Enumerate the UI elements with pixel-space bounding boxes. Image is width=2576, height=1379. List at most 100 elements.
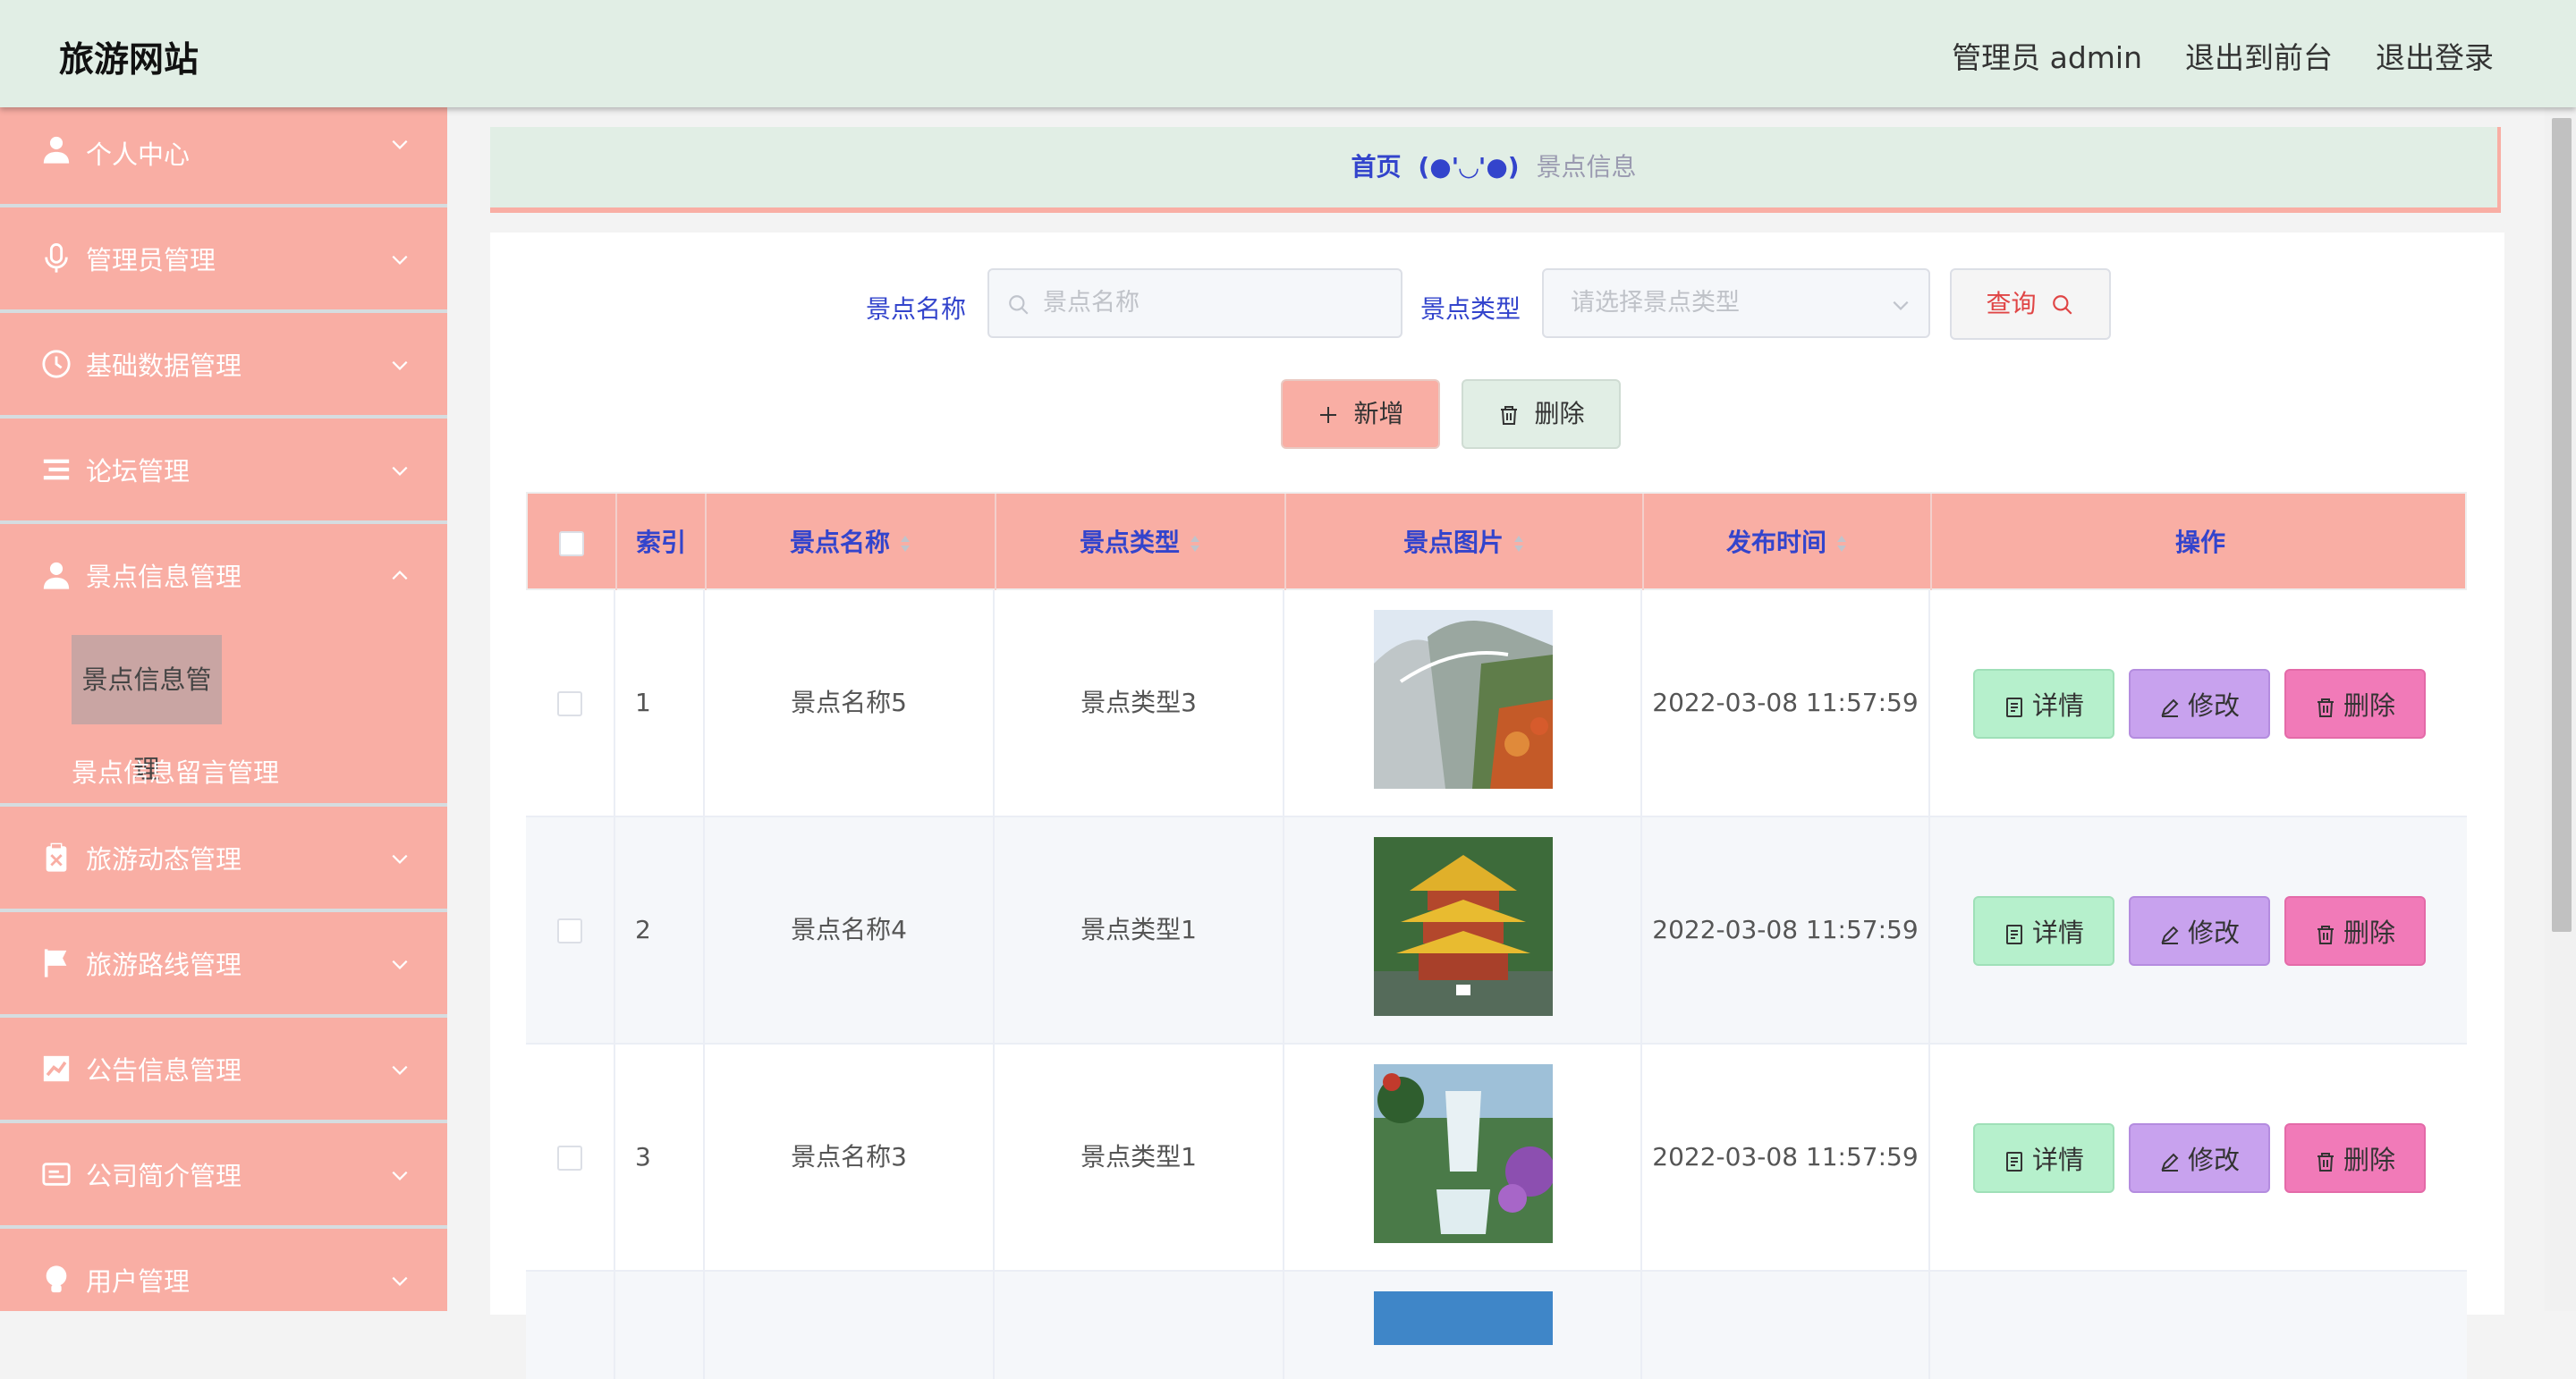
row-image-cell — [1284, 1045, 1642, 1270]
row-time: 2022-03-08 11:57:59 — [1642, 1045, 1930, 1270]
exit-to-front-link[interactable]: 退出到前台 — [2185, 34, 2333, 77]
trash-icon — [1500, 406, 1517, 425]
logout-link[interactable]: 退出登录 — [2376, 34, 2494, 77]
scenic-image — [1374, 1291, 1553, 1345]
row-image-cell — [1284, 1272, 1642, 1379]
row-checkbox-cell — [526, 1045, 615, 1270]
sidebar-item-scenic-info[interactable]: 景点信息管理 — [0, 524, 447, 626]
delete-label: 删除 — [2343, 1145, 2395, 1175]
row-checkbox[interactable] — [557, 691, 582, 716]
admin-label: 管理员 admin — [1952, 40, 2142, 75]
row-image-cell — [1284, 817, 1642, 1043]
row-index: 2 — [615, 817, 705, 1043]
row-checkbox-cell — [526, 590, 615, 816]
column-header-label: 景点类型 — [1079, 528, 1180, 557]
detail-button[interactable]: 详情 — [1973, 669, 2114, 739]
submenu-item-scenic-info-active[interactable]: 景点信息管理 — [72, 635, 222, 784]
column-header-name[interactable]: 景点名称 — [707, 494, 996, 592]
user-icon — [43, 136, 70, 164]
sidebar-item-label: 论坛管理 — [86, 456, 191, 486]
query-button[interactable]: 查询 — [1950, 268, 2111, 340]
card-icon — [42, 1163, 71, 1186]
trash-icon — [2317, 926, 2334, 944]
sidebar-item-forum[interactable]: 论坛管理 — [0, 419, 447, 524]
column-header-index: 索引 — [617, 494, 707, 592]
row-time: 2022-03-08 11:57:59 — [1642, 590, 1930, 816]
detail-button[interactable]: 详情 — [1973, 896, 2114, 966]
main-content: 首页 (●'◡'●) 景点信息 景点名称 景点名称 景点类型 请选择景点类型 查… — [447, 107, 2545, 1379]
sort-icon — [1514, 536, 1523, 552]
row-index-cell — [615, 1272, 705, 1379]
sidebar-item-travel-routes[interactable]: 旅游路线管理 — [0, 912, 447, 1018]
delete-button[interactable]: 删除 — [2284, 896, 2426, 966]
submenu-item-scenic-messages[interactable]: 景点信息留言管理 — [72, 728, 279, 817]
sidebar-item-label: 基础数据管理 — [86, 351, 242, 381]
row-checkbox[interactable] — [557, 1146, 582, 1171]
scenic-type-placeholder: 请选择景点类型 — [1571, 289, 1740, 317]
flag-icon — [44, 949, 67, 977]
clock-icon — [42, 350, 71, 378]
search-icon — [2053, 295, 2072, 315]
page-scrollbar[interactable] — [2545, 107, 2576, 1311]
column-header-label: 景点名称 — [789, 528, 890, 557]
site-title: 旅游网站 — [59, 40, 199, 80]
sort-icon — [1837, 536, 1846, 552]
scrollbar-thumb[interactable] — [2552, 118, 2572, 932]
column-header-time[interactable]: 发布时间 — [1644, 494, 1932, 592]
sort-icon — [901, 536, 910, 552]
sidebar-item-admin[interactable]: 管理员管理 — [0, 207, 447, 313]
edit-icon — [2161, 1153, 2179, 1172]
edit-label: 修改 — [2187, 690, 2240, 721]
column-header-type[interactable]: 景点类型 — [996, 494, 1286, 592]
batch-delete-label: 删除 — [1534, 399, 1585, 428]
sidebar-item-announcements[interactable]: 公告信息管理 — [0, 1018, 447, 1123]
edit-button[interactable]: 修改 — [2129, 896, 2270, 966]
batch-delete-button[interactable]: 删除 — [1462, 379, 1621, 449]
edit-button[interactable]: 修改 — [2129, 669, 2270, 739]
pagoda-tower-image — [1374, 837, 1553, 1016]
row-checkbox[interactable] — [557, 918, 582, 943]
chevron-down-icon — [392, 360, 408, 370]
sidebar-item-users[interactable]: 用户管理 — [0, 1229, 447, 1311]
chevron-down-icon — [392, 466, 408, 476]
select-all-checkbox[interactable] — [559, 531, 584, 556]
delete-label: 删除 — [2343, 690, 2395, 721]
sidebar-item-personal-center[interactable]: 个人中心 — [0, 107, 447, 207]
row-actions: 详情 修改 删除 — [1930, 590, 2467, 816]
breadcrumb-emoticon: (●'◡'●) — [1418, 152, 1520, 182]
edit-icon — [2161, 698, 2179, 717]
row-image-cell — [1284, 590, 1642, 816]
scenic-type-select[interactable]: 请选择景点类型 — [1542, 268, 1930, 338]
top-header: 旅游网站 管理员 admin 退出到前台 退出登录 — [0, 0, 2576, 107]
row-checkbox-cell — [526, 1272, 615, 1379]
detail-button[interactable]: 详情 — [1973, 1123, 2114, 1193]
edit-label: 修改 — [2187, 1145, 2240, 1175]
sidebar-item-travel-news[interactable]: 旅游动态管理 — [0, 807, 447, 912]
breadcrumb-home[interactable]: 首页 — [1352, 152, 1402, 182]
detail-label: 详情 — [2031, 1145, 2084, 1175]
delete-button[interactable]: 删除 — [2284, 669, 2426, 739]
edit-button[interactable]: 修改 — [2129, 1123, 2270, 1193]
sidebar-item-label: 用户管理 — [86, 1266, 191, 1297]
trash-icon — [2317, 698, 2334, 717]
plus-icon — [1319, 407, 1336, 423]
search-form: 景点名称 景点名称 景点类型 请选择景点类型 查询 — [490, 268, 2504, 340]
bulb-icon — [46, 1265, 67, 1293]
scenic-name-input[interactable]: 景点名称 — [987, 268, 1402, 338]
chevron-down-icon — [392, 1171, 408, 1180]
add-button[interactable]: 新增 — [1281, 379, 1440, 449]
delete-button[interactable]: 删除 — [2284, 1123, 2426, 1193]
top-nav: 管理员 admin 退出到前台 退出登录 — [1952, 34, 2494, 77]
sidebar-item-company-intro[interactable]: 公司简介管理 — [0, 1123, 447, 1229]
breadcrumb-current: 景点信息 — [1536, 152, 1637, 182]
column-header-image[interactable]: 景点图片 — [1286, 494, 1644, 592]
chevron-down-icon — [392, 1065, 408, 1075]
add-button-label: 新增 — [1353, 399, 1404, 428]
row-name: 景点名称4 — [705, 817, 995, 1043]
table-header: 索引 景点名称 景点类型 景点图片 发布时间 操作 — [526, 492, 2467, 592]
name-filter-label: 景点名称 — [866, 294, 967, 324]
sidebar-item-label: 旅游动态管理 — [86, 844, 242, 875]
column-header-label: 发布时间 — [1725, 528, 1826, 557]
sidebar-item-basic-data[interactable]: 基础数据管理 — [0, 313, 447, 419]
row-time: 2022-03-08 11:57:59 — [1642, 817, 1930, 1043]
